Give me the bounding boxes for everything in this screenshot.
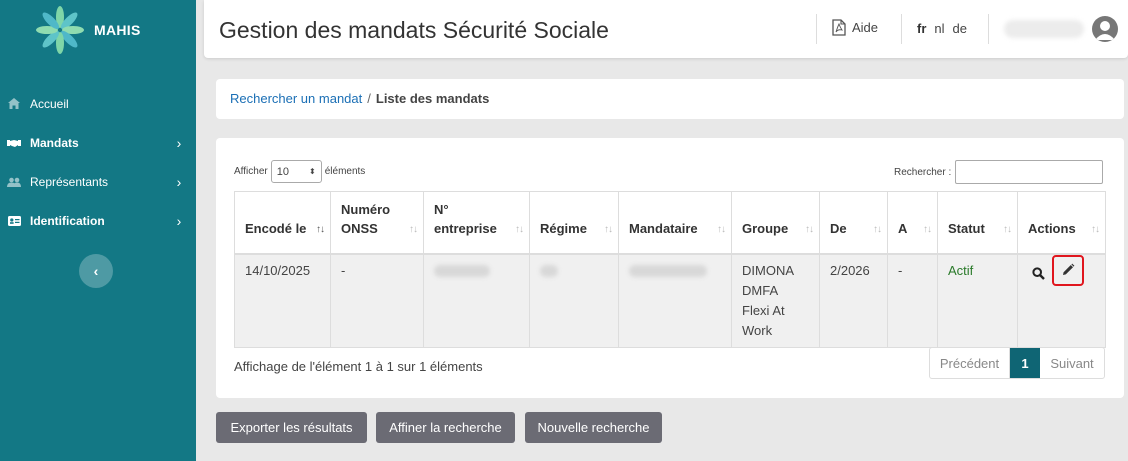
cell-regime-redacted <box>529 253 619 348</box>
cell-actions <box>1017 253 1106 348</box>
table-info: Affichage de l'élément 1 à 1 sur 1 éléme… <box>234 359 483 374</box>
mandates-table: Encodé le ↑↓ Numéro ONSS ↑↓ N° entreprise ↑… <box>234 191 1106 348</box>
sort-icon: ↑↓ <box>1003 223 1012 235</box>
app-name: MAHIS <box>94 22 141 38</box>
sort-icon: ↑↓ <box>805 223 814 235</box>
edit-button[interactable] <box>1052 254 1084 286</box>
chevron-right-icon: › <box>176 173 182 190</box>
lang-nl[interactable]: nl <box>934 21 944 36</box>
cell-numero-onss: - <box>330 253 424 348</box>
breadcrumb-current: Liste des mandats <box>375 91 490 106</box>
search-label: Rechercher : <box>894 166 952 178</box>
column-header[interactable]: Régime ↑↓ <box>529 191 619 255</box>
groupe-item: DMFA <box>742 282 779 298</box>
language-switcher: fr nl de <box>917 21 967 36</box>
column-header[interactable]: Mandataire ↑↓ <box>618 191 732 255</box>
cell-numero-entreprise-redacted <box>423 253 530 348</box>
chevron-right-icon: › <box>176 134 182 151</box>
sidebar-nav: Accueil Mandats › Représentants › Identi… <box>0 84 196 240</box>
pagination: Précédent 1 Suivant <box>929 347 1105 379</box>
sort-icon: ↑↓ <box>604 223 613 235</box>
table-search: Rechercher : <box>894 160 1104 184</box>
pdf-icon <box>832 19 846 36</box>
select-arrows-icon: ⬍ <box>309 167 316 176</box>
table-header-row: Encodé le ↑↓ Numéro ONSS ↑↓ N° entreprise ↑… <box>234 191 1106 255</box>
sidebar-collapse-button[interactable]: ‹ <box>79 254 113 288</box>
column-header[interactable]: Encodé le ↑↓ <box>234 191 331 255</box>
chevron-right-icon: › <box>176 212 182 229</box>
sort-icon: ↑↓ <box>1091 223 1100 235</box>
home-icon <box>6 98 22 110</box>
sidebar-item-label: Accueil <box>30 96 69 111</box>
cell-a: - <box>887 253 938 348</box>
sidebar-item-mandats[interactable]: Mandats › <box>0 123 196 162</box>
new-search-button[interactable]: Nouvelle recherche <box>525 412 662 443</box>
header-divider <box>988 14 989 44</box>
sidebar: MAHIS Accueil Mandats › Représentants › <box>0 0 196 461</box>
chevron-left-icon: ‹ <box>93 263 99 279</box>
search-input[interactable] <box>955 160 1104 184</box>
sort-icon: ↑↓ <box>717 223 726 235</box>
lang-de[interactable]: de <box>953 21 967 36</box>
users-icon <box>6 176 22 188</box>
show-suffix: éléments <box>324 166 366 177</box>
cell-mandataire-redacted <box>618 253 732 348</box>
sidebar-item-identification[interactable]: Identification › <box>0 201 196 240</box>
id-card-icon <box>6 215 22 227</box>
breadcrumb-separator: / <box>367 91 371 106</box>
breadcrumb: Rechercher un mandat / Liste des mandats <box>216 79 1124 119</box>
header-divider <box>901 14 902 44</box>
header-divider <box>816 14 817 44</box>
page-length-select[interactable]: 10 ⬍ <box>270 160 322 183</box>
brand[interactable]: MAHIS <box>0 0 196 60</box>
column-header[interactable]: Actions ↑↓ <box>1017 191 1106 255</box>
cell-de: 2/2026 <box>819 253 888 348</box>
export-button[interactable]: Exporter les résultats <box>216 412 367 443</box>
status-badge: Actif <box>937 253 1018 348</box>
results-card: Afficher 10 ⬍ éléments Rechercher : Enco… <box>216 138 1124 398</box>
sidebar-item-label: Représentants <box>30 174 109 189</box>
page-length-value: 10 <box>276 165 289 178</box>
column-header[interactable]: Statut ↑↓ <box>937 191 1018 255</box>
sidebar-item-label: Identification <box>30 213 105 228</box>
groupe-item: DIMONA <box>742 262 794 278</box>
sort-icon: ↑↓ <box>409 223 418 235</box>
sidebar-item-accueil[interactable]: Accueil <box>0 84 196 123</box>
cell-groupe: DIMONA DMFA Flexi At Work <box>731 253 820 348</box>
column-header[interactable]: N° entreprise ↑↓ <box>423 191 530 255</box>
search-icon[interactable] <box>1028 263 1048 283</box>
column-header[interactable]: A ↑↓ <box>887 191 938 255</box>
sort-desc-icon: ↑↓ <box>316 223 325 235</box>
pagination-previous[interactable]: Précédent <box>930 348 1010 378</box>
page-length-control: Afficher 10 ⬍ éléments <box>234 160 365 183</box>
column-header[interactable]: De ↑↓ <box>819 191 888 255</box>
column-header[interactable]: Numéro ONSS ↑↓ <box>330 191 424 255</box>
help-label: Aide <box>852 20 879 35</box>
sort-icon: ↑↓ <box>515 223 524 235</box>
sort-icon: ↑↓ <box>923 223 932 235</box>
cell-encode-le: 14/10/2025 <box>234 253 331 348</box>
pagination-page-1[interactable]: 1 <box>1010 348 1040 378</box>
breadcrumb-link-search[interactable]: Rechercher un mandat <box>230 91 362 106</box>
sort-icon: ↑↓ <box>873 223 882 235</box>
mahis-logo-icon <box>36 6 84 54</box>
pagination-next[interactable]: Suivant <box>1040 348 1104 378</box>
groupe-item: Flexi At Work <box>742 302 785 338</box>
help-link[interactable]: Aide <box>832 19 878 36</box>
lang-fr[interactable]: fr <box>917 21 926 36</box>
sidebar-item-label: Mandats <box>30 135 79 150</box>
pencil-icon <box>1063 263 1075 275</box>
table-row: 14/10/2025 - DIMONA DMFA Flexi At Work 2… <box>234 253 1106 348</box>
page-title: Gestion des mandats Sécurité Sociale <box>219 17 609 43</box>
top-header: Gestion des mandats Sécurité Sociale Aid… <box>204 0 1128 58</box>
show-prefix: Afficher <box>234 166 268 177</box>
user-avatar-icon[interactable] <box>1092 16 1118 42</box>
handshake-icon <box>6 137 22 149</box>
user-name-redacted[interactable] <box>1004 20 1084 38</box>
refine-search-button[interactable]: Affiner la recherche <box>376 412 515 443</box>
column-header[interactable]: Groupe ↑↓ <box>731 191 820 255</box>
sidebar-item-representants[interactable]: Représentants › <box>0 162 196 201</box>
